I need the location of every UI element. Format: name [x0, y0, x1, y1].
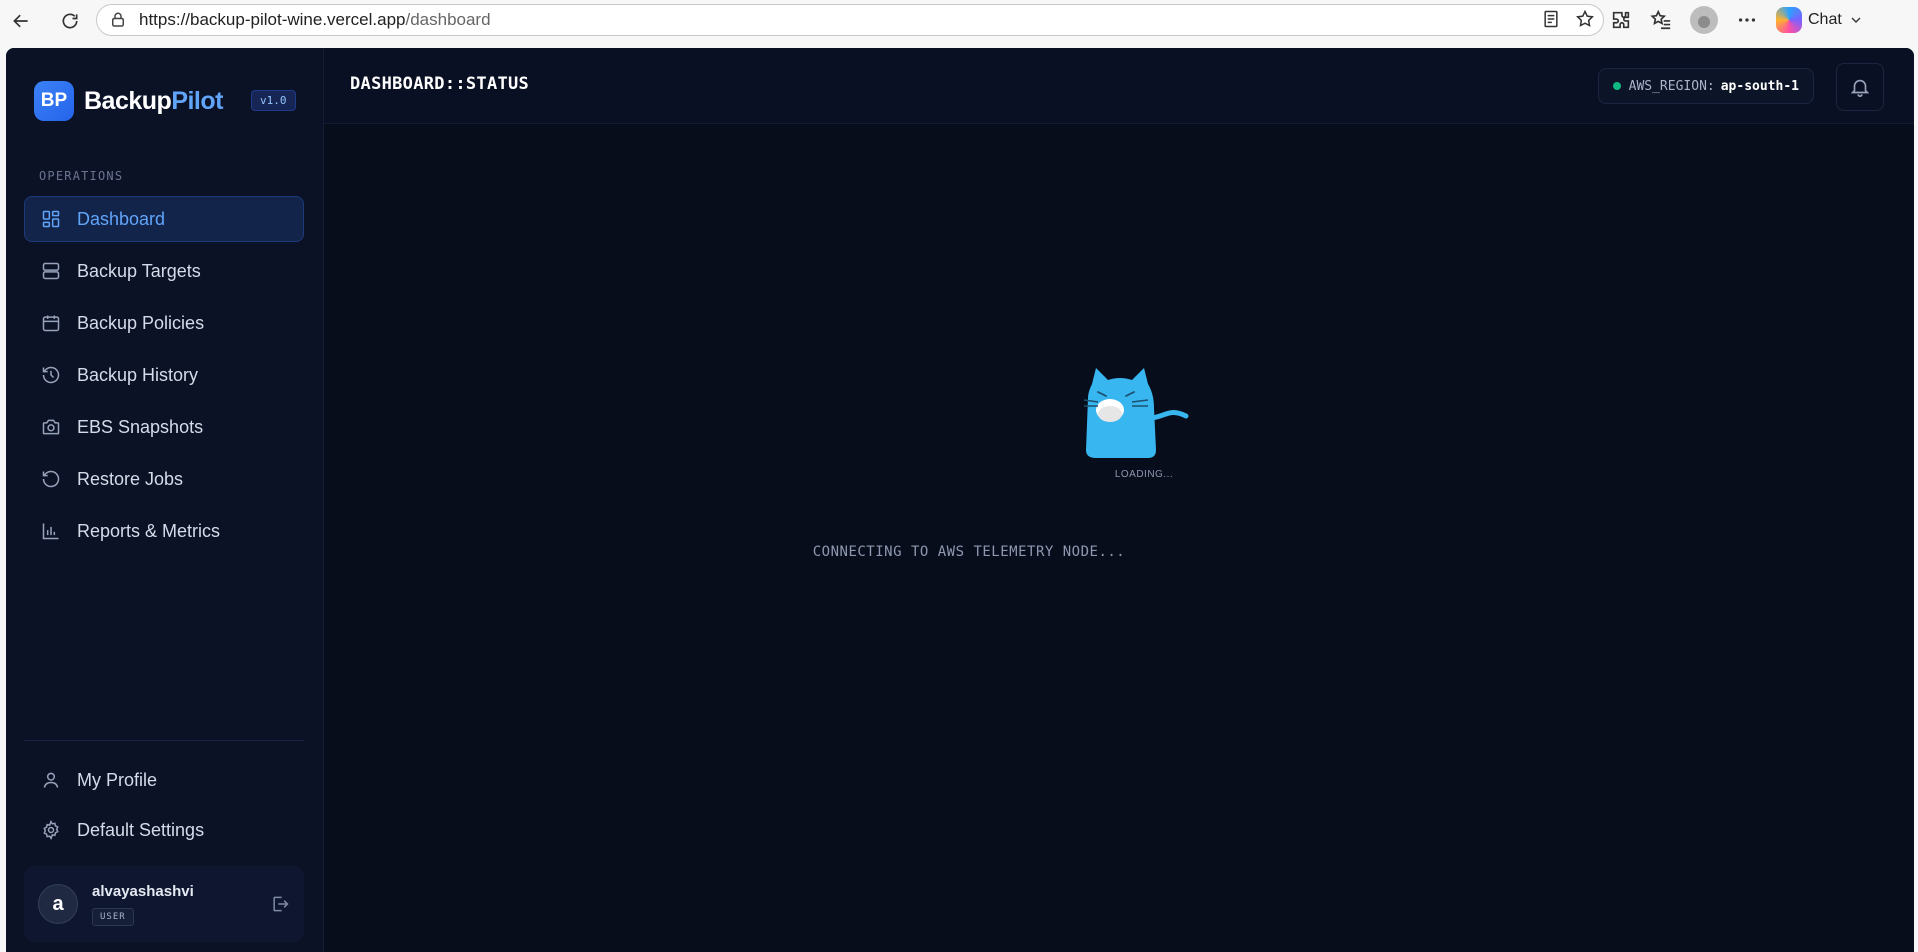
brand-name: BackupPilot — [84, 86, 223, 115]
sidebar-menu: Dashboard Backup Targets Backup Policies… — [24, 196, 304, 560]
sidebar-item-label: EBS Snapshots — [77, 416, 204, 437]
sidebar-item-ebs-snapshots[interactable]: EBS Snapshots — [24, 404, 304, 450]
sidebar: BP BackupPilot v1.0 OPERATIONS Dashboard… — [6, 48, 324, 952]
server-icon — [42, 262, 60, 280]
brand-logo: BP — [34, 81, 74, 121]
user-card: a alvayashashvi USER — [24, 866, 304, 942]
bar-chart-icon — [42, 523, 59, 540]
copilot-icon — [1776, 7, 1802, 33]
user-role-badge: USER — [92, 907, 134, 926]
sidebar-item-label: Default Settings — [77, 819, 205, 840]
sidebar-item-restore-jobs[interactable]: Restore Jobs — [24, 456, 304, 502]
sidebar-item-label: Backup Targets — [77, 260, 201, 281]
chevron-down-icon — [1851, 17, 1861, 23]
sidebar-item-label: Dashboard — [77, 208, 166, 229]
brand[interactable]: BP BackupPilot — [34, 81, 223, 121]
reload-icon — [62, 13, 78, 29]
arrow-left-icon — [13, 14, 28, 28]
main-content: DASHBOARD::STATUS AWS_REGION: ap-south-1 — [324, 48, 1914, 952]
sidebar-bottom-menu: My Profile Default Settings — [24, 758, 304, 858]
sidebar-item-label: Backup History — [77, 364, 199, 385]
reader-view-icon[interactable] — [1541, 9, 1561, 29]
dashboard-grid-icon — [42, 210, 60, 228]
sidebar-item-backup-policies[interactable]: Backup Policies — [24, 300, 304, 346]
sidebar-item-reports-metrics[interactable]: Reports & Metrics — [24, 508, 304, 554]
copilot-chat-button[interactable]: Chat — [1776, 7, 1864, 33]
restore-icon — [42, 470, 60, 488]
user-name: alvayashashvi — [92, 882, 194, 900]
loading-label: LOADING... — [1114, 469, 1174, 480]
sidebar-item-label: Restore Jobs — [77, 468, 184, 489]
back-button[interactable] — [6, 6, 36, 36]
app-window: BP BackupPilot v1.0 OPERATIONS Dashboard… — [6, 48, 1914, 952]
gear-icon — [43, 820, 59, 840]
site-info-icon[interactable] — [109, 11, 127, 29]
history-icon — [42, 366, 60, 384]
url-path: /dashboard — [405, 10, 491, 29]
url-host: https://backup-pilot-wine.vercel.app — [139, 10, 406, 29]
user-icon — [43, 772, 59, 788]
loading-overlay: LOADING... CONNECTING TO AWS TELEMETRY N… — [324, 48, 1914, 952]
address-bar[interactable]: https://backup-pilot-wine.vercel.app/das… — [96, 4, 1604, 36]
loading-cat-illustration — [1083, 368, 1189, 458]
connecting-message: CONNECTING TO AWS TELEMETRY NODE... — [812, 544, 1126, 560]
browser-toolbar: https://backup-pilot-wine.vercel.app/das… — [0, 0, 1918, 42]
reload-button[interactable] — [55, 6, 85, 36]
sidebar-item-label: My Profile — [77, 769, 158, 790]
calendar-icon — [42, 315, 60, 332]
favorites-list-icon[interactable] — [1650, 9, 1672, 31]
extensions-icon[interactable] — [1610, 9, 1632, 31]
chat-label: Chat — [1808, 11, 1842, 28]
version-badge: v1.0 — [251, 90, 296, 111]
favorite-star-icon[interactable] — [1575, 9, 1595, 29]
avatar[interactable]: a — [38, 884, 78, 924]
sidebar-item-backup-targets[interactable]: Backup Targets — [24, 248, 304, 294]
sidebar-item-label: Reports & Metrics — [77, 520, 221, 541]
sidebar-divider — [24, 740, 304, 741]
sidebar-item-my-profile[interactable]: My Profile — [24, 758, 304, 802]
logout-icon[interactable] — [270, 894, 290, 914]
sidebar-item-label: Backup Policies — [77, 312, 205, 333]
browser-profile-avatar[interactable] — [1690, 6, 1718, 34]
section-label-operations: OPERATIONS — [39, 169, 124, 183]
camera-icon — [42, 419, 60, 435]
sidebar-item-default-settings[interactable]: Default Settings — [24, 808, 304, 852]
sidebar-item-dashboard[interactable]: Dashboard — [24, 196, 304, 242]
more-options-icon[interactable] — [1736, 9, 1758, 31]
sidebar-item-backup-history[interactable]: Backup History — [24, 352, 304, 398]
